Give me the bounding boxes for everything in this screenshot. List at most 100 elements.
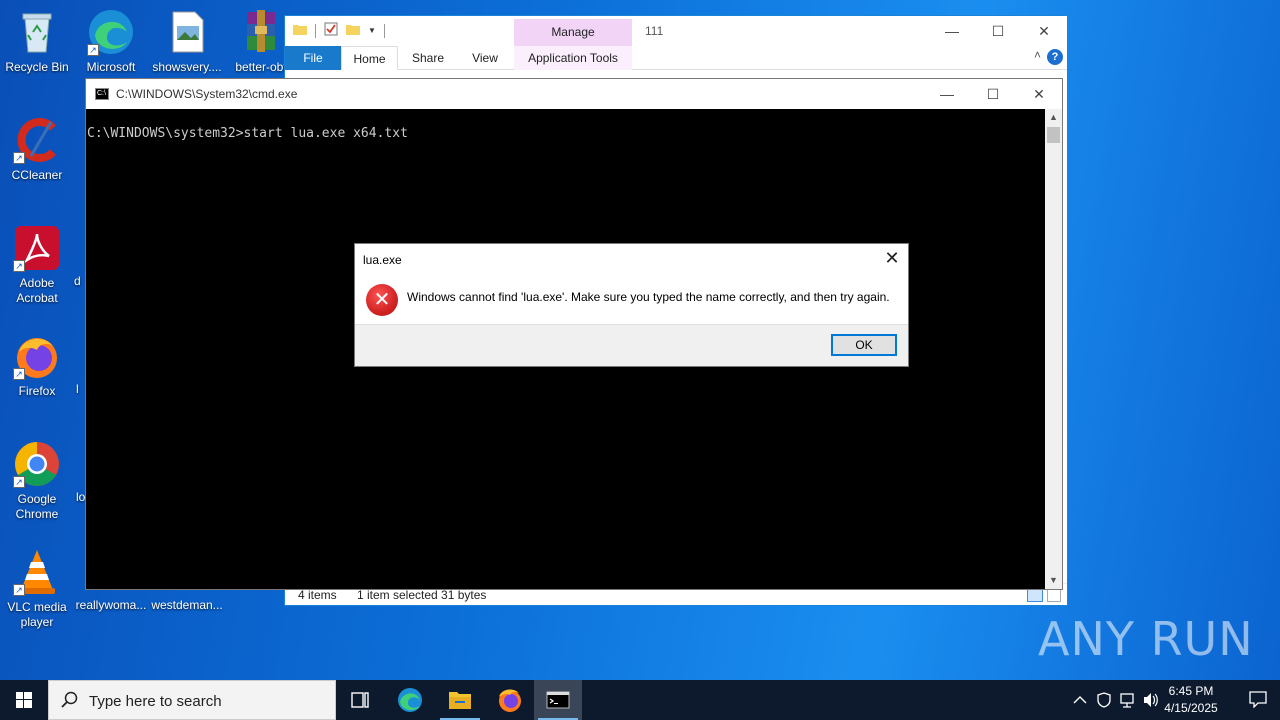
tab-file[interactable]: File (285, 46, 341, 70)
desktop-icon-label: Firefox (18, 384, 56, 398)
desktop-icon-label: CCleaner (11, 168, 63, 182)
task-view-button[interactable] (336, 680, 384, 720)
desktop-icon-label: Adobe Acrobat (16, 276, 58, 305)
taskbar-file-explorer[interactable] (436, 680, 484, 720)
task-view-icon (351, 692, 369, 708)
toolbar-separator (315, 23, 316, 38)
large-icons-view-icon[interactable] (1047, 588, 1061, 602)
cmd-title: C:\WINDOWS\System32\cmd.exe (116, 87, 298, 101)
edge-icon (398, 688, 422, 712)
adobe-acrobat-icon: ↗ (13, 224, 61, 272)
winrar-archive-icon (237, 8, 285, 56)
explorer-titlebar[interactable]: ▼ Manage 111 — ☐ ✕ (285, 16, 1067, 46)
tab-share[interactable]: Share (403, 46, 453, 70)
cmd-output-line: C:\WINDOWS\system32>start lua.exe x64.tx… (87, 126, 408, 141)
desktop-icon-firefox[interactable]: ↗ Firefox (0, 332, 74, 399)
folder-icon[interactable] (293, 23, 307, 38)
ok-button[interactable]: OK (831, 334, 897, 356)
error-dialog[interactable]: lua.exe ✕ ✕ Windows cannot find 'lua.exe… (354, 243, 909, 367)
desktop-icon-label: showsvery.... (152, 60, 222, 74)
desktop-icon-label: westdeman... (151, 598, 223, 612)
clock-time: 6:45 PM (1168, 684, 1214, 698)
taskbar-cmd[interactable] (534, 680, 582, 720)
scroll-up-icon[interactable]: ▲ (1045, 109, 1062, 126)
minimize-button[interactable]: — (924, 79, 970, 109)
image-file-icon (163, 8, 211, 56)
shortcut-arrow-icon: ↗ (13, 368, 25, 380)
desktop-icon-recycle-bin[interactable]: Recycle Bin (0, 8, 74, 75)
desktop-icon-reallywoma[interactable]: reallywoma... (74, 598, 148, 613)
dialog-message: Windows cannot find 'lua.exe'. Make sure… (407, 290, 890, 304)
details-view-icon[interactable] (1027, 588, 1043, 602)
close-button[interactable]: ✕ (1016, 79, 1062, 109)
shortcut-arrow-icon: ↗ (13, 152, 25, 164)
desktop-icon-google-chrome[interactable]: ↗ Google Chrome (0, 440, 74, 522)
desktop-icon-westdeman[interactable]: westdeman... (150, 598, 224, 613)
minimize-button[interactable]: — (929, 16, 975, 46)
properties-icon[interactable] (324, 22, 338, 39)
quick-access-toolbar: ▼ (293, 22, 385, 39)
action-center-icon (1249, 691, 1267, 709)
cmd-icon (546, 691, 570, 709)
firefox-icon: ↗ (13, 332, 61, 380)
desktop-icon-ccleaner[interactable]: ↗ CCleaner (0, 116, 74, 183)
desktop-icon-showsvery[interactable]: showsvery.... (150, 8, 224, 75)
shortcut-arrow-icon: ↗ (13, 476, 25, 488)
taskbar-clock[interactable]: 6:45 PM 4/15/2025 (1158, 683, 1224, 717)
desktop-icon-adobe-acrobat[interactable]: ↗ Adobe Acrobat (0, 224, 74, 306)
taskbar-edge[interactable] (386, 680, 434, 720)
window-controls: — ☐ ✕ (929, 16, 1067, 46)
recycle-bin-icon (13, 8, 61, 56)
taskbar-search[interactable]: Type here to search (48, 680, 336, 720)
cmd-icon: C:\ (95, 88, 109, 100)
notifications-button[interactable] (1248, 690, 1268, 709)
ribbon-tabs: File Home Share View Application Tools ˄… (285, 46, 1067, 70)
tray-overflow-chevron-icon[interactable] (1070, 680, 1090, 720)
desktop-icon-label: VLC media player (7, 600, 67, 629)
edge-icon: ↗ (87, 8, 135, 56)
clock-date: 4/15/2025 (1164, 701, 1218, 715)
toolbar-separator (383, 23, 385, 38)
window-controls: — ☐ ✕ (924, 79, 1062, 109)
start-button[interactable] (0, 680, 48, 720)
desktop-icon-label: Microsoft Edge (86, 60, 136, 74)
anyrun-watermark: ANY RUN (1038, 612, 1254, 666)
windows-logo-icon (16, 692, 32, 708)
dialog-close-button[interactable]: ✕ (882, 249, 902, 269)
close-button[interactable]: ✕ (1021, 16, 1067, 46)
folder-icon (449, 692, 471, 709)
taskbar: Type here to search 6:45 PM 4/15/2025 (0, 680, 1280, 720)
help-icon[interactable]: ? (1047, 49, 1063, 65)
dialog-title: lua.exe (363, 253, 402, 267)
vlc-cone-icon: ↗ (13, 548, 61, 596)
shortcut-arrow-icon: ↗ (87, 44, 99, 56)
shortcut-arrow-icon: ↗ (13, 584, 25, 596)
tab-manage[interactable]: Manage (514, 19, 632, 46)
search-icon (61, 691, 78, 708)
maximize-button[interactable]: ☐ (970, 79, 1016, 109)
ccleaner-icon: ↗ (13, 116, 61, 164)
scroll-down-icon[interactable]: ▼ (1045, 572, 1062, 589)
maximize-button[interactable]: ☐ (975, 16, 1021, 46)
new-folder-icon[interactable] (346, 23, 360, 38)
dialog-footer: OK (355, 324, 908, 366)
cmd-titlebar[interactable]: C:\ C:\WINDOWS\System32\cmd.exe — ☐ ✕ (86, 79, 1062, 109)
tab-home[interactable]: Home (341, 46, 398, 70)
ribbon-collapse-chevron-icon[interactable]: ˄ (1034, 48, 1041, 62)
desktop-icon-vlc[interactable]: ↗ VLC media player (0, 548, 74, 630)
desktop-icon-label: reallywoma... (75, 598, 147, 612)
desktop-icon-label: Recycle Bin (5, 60, 69, 74)
cmd-scrollbar[interactable]: ▲ ▼ (1045, 109, 1062, 589)
desktop-icon-label: Google Chrome (15, 492, 59, 521)
network-icon[interactable] (1117, 680, 1139, 720)
security-shield-icon[interactable] (1094, 680, 1114, 720)
chrome-icon: ↗ (13, 440, 61, 488)
taskbar-firefox[interactable] (486, 680, 534, 720)
scroll-thumb[interactable] (1047, 127, 1060, 143)
tab-view[interactable]: View (457, 46, 513, 70)
chevron-down-icon[interactable]: ▼ (368, 26, 376, 35)
firefox-icon (499, 689, 521, 712)
tab-application-tools[interactable]: Application Tools (514, 46, 632, 70)
desktop-icon-edge[interactable]: ↗ Microsoft Edge (74, 8, 148, 75)
error-icon: ✕ (366, 284, 398, 316)
